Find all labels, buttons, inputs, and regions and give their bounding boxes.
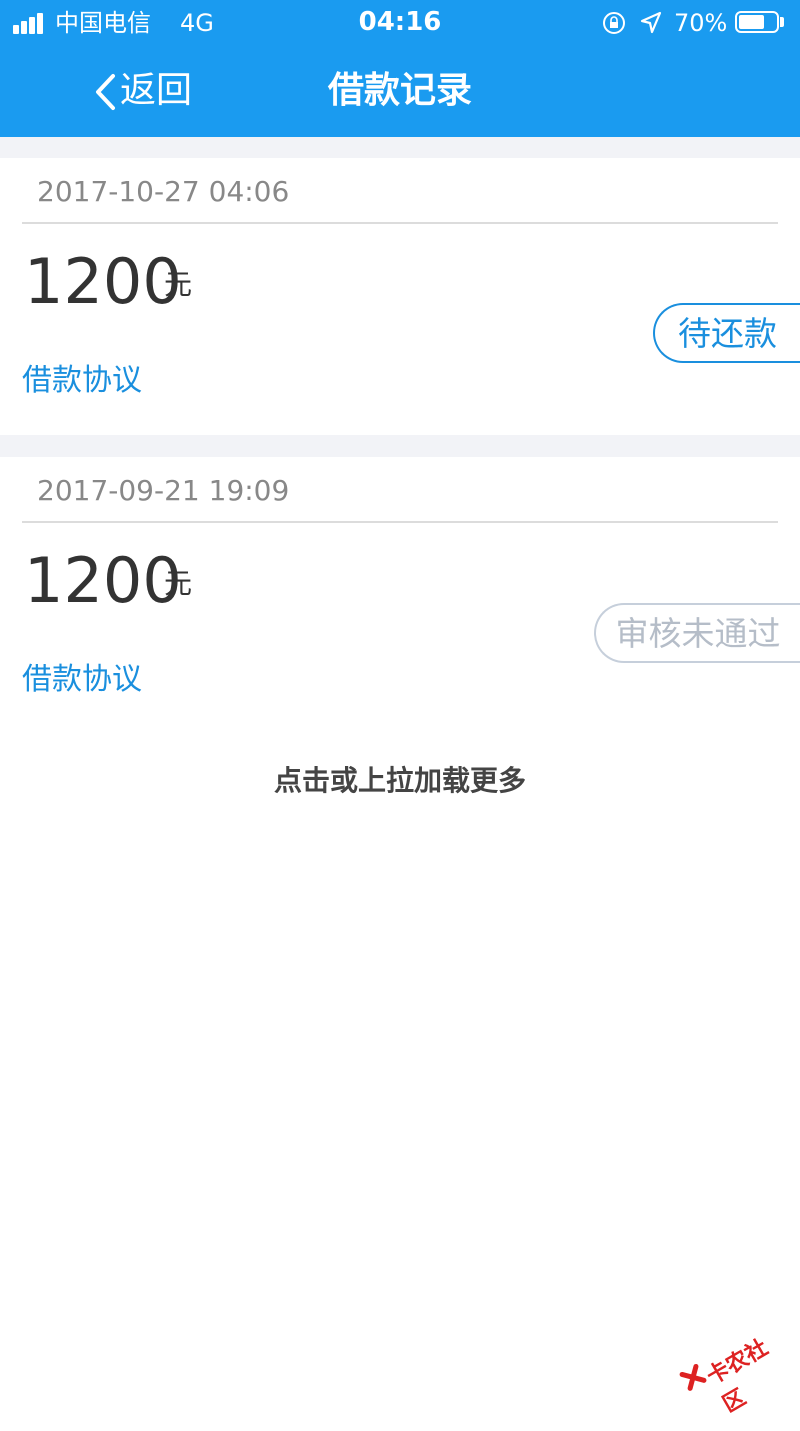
record-amount: 1200 [24,544,182,617]
battery-percent: 70% [674,9,728,37]
status-rejected-badge: 审核未通过 [594,603,800,663]
record-divider [22,222,778,224]
header-bar: 中国电信 4G 04:16 70% 返回 借款记录 [0,0,800,137]
record-date: 2017-09-21 19:09 [37,474,290,507]
status-pending-button[interactable]: 待还款 [653,303,800,363]
loan-record-card: 2017-09-21 19:09 1200 元 借款协议 审核未通过 [0,457,800,737]
status-bar: 中国电信 4G 04:16 70% [0,0,800,46]
orientation-lock-icon [603,12,625,34]
section-gap [0,435,800,457]
record-divider [22,521,778,523]
battery-icon [735,11,779,33]
location-icon [640,11,662,34]
battery-cap [780,17,784,27]
loan-record-card: 2017-10-27 04:06 1200 元 借款协议 待还款 [0,158,800,435]
record-date: 2017-10-27 04:06 [37,175,290,208]
load-more-button[interactable]: 点击或上拉加载更多 [0,764,800,798]
watermark-logo: 卡农社区 [658,1289,785,1418]
record-amount: 1200 [24,245,182,318]
page-title: 借款记录 [327,70,472,111]
watermark-text: 卡农社区 [702,1335,773,1418]
loan-agreement-link[interactable]: 借款协议 [22,362,142,400]
record-currency-unit: 元 [164,567,193,600]
record-currency-unit: 元 [164,268,193,301]
loan-agreement-link[interactable]: 借款协议 [22,661,142,699]
section-gap [0,137,800,158]
